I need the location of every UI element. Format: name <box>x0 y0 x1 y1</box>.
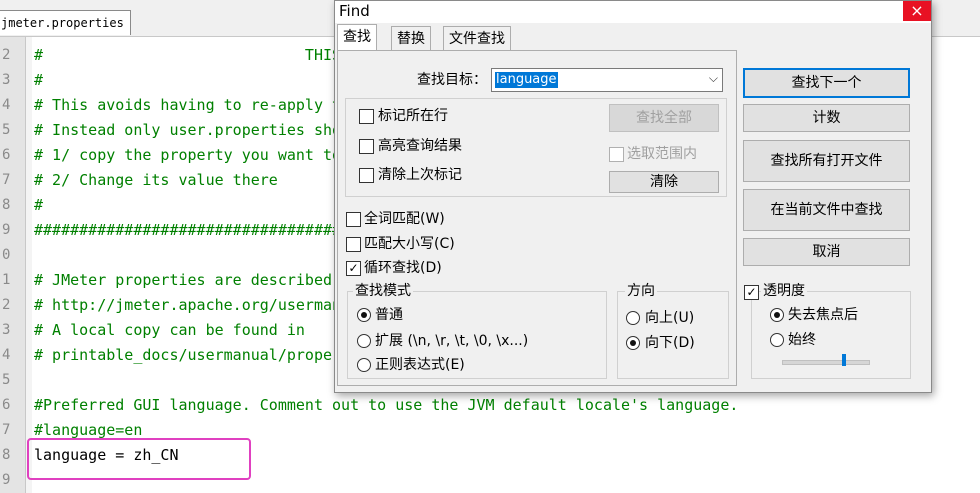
mode-regex-label: 正则表达式(E) <box>375 357 465 373</box>
line-number: 3 <box>2 322 11 338</box>
find-next-button[interactable]: 查找下一个 <box>743 68 910 98</box>
mode-extended-label: 扩展 (\n, \r, \t, \0, \x...) <box>375 333 529 349</box>
direction-up-radio[interactable] <box>626 311 640 325</box>
line-number: 7 <box>2 422 11 438</box>
annotation-highlight-box <box>27 438 251 480</box>
mode-regex-radio[interactable] <box>357 358 371 372</box>
code-line: # <box>34 71 44 89</box>
transparency-label: 透明度 <box>761 283 807 299</box>
find-all-button[interactable]: 查找全部 <box>609 104 719 132</box>
chevron-down-icon[interactable]: ⌵ <box>709 71 718 86</box>
whole-word-checkbox[interactable] <box>346 212 361 227</box>
search-mode-title: 查找模式 <box>353 283 413 299</box>
close-icon: × <box>910 1 924 20</box>
tab-find[interactable]: 查找 <box>337 24 377 52</box>
line-number: 6 <box>2 397 11 413</box>
code-line: # <box>34 196 44 214</box>
line-number: 8 <box>2 447 11 463</box>
find-target-combobox[interactable]: language ⌵ <box>491 68 723 92</box>
in-selection-label: 选取范围内 <box>627 146 697 162</box>
direction-up-label: 向上(U) <box>645 310 695 326</box>
line-number: 5 <box>2 372 11 388</box>
line-number: 3 <box>2 72 11 88</box>
line-number: 4 <box>2 97 11 113</box>
mark-line-label: 标记所在行 <box>378 108 448 124</box>
transparency-slider-thumb[interactable] <box>842 354 846 366</box>
line-number: 6 <box>2 147 11 163</box>
line-number: 9 <box>2 472 11 488</box>
code-line: # 2/ Change its value there <box>34 171 278 189</box>
tab-replace[interactable]: 替换 <box>391 26 431 51</box>
code-line: # A local copy can be found in <box>34 321 305 339</box>
line-number: 7 <box>2 172 11 188</box>
line-number: 1 <box>2 272 11 288</box>
direction-down-label: 向下(D) <box>645 335 695 351</box>
mode-normal-radio[interactable] <box>357 308 371 322</box>
mode-extended-radio[interactable] <box>357 334 371 348</box>
check-icon: ✓ <box>348 261 359 275</box>
clear-prev-marks-label: 清除上次标记 <box>378 167 462 183</box>
match-case-label: 匹配大小写(C) <box>364 236 455 252</box>
dialog-title-bar[interactable]: Find × <box>335 1 931 23</box>
find-target-input[interactable]: language <box>495 72 558 88</box>
direction-title: 方向 <box>625 283 657 299</box>
dialog-title: Find <box>339 2 370 20</box>
tab-find-in-files[interactable]: 文件查找 <box>443 26 511 51</box>
wrap-around-checkbox[interactable]: ✓ <box>346 261 361 276</box>
transparency-always-label: 始终 <box>788 332 816 348</box>
highlight-results-checkbox[interactable] <box>359 139 374 154</box>
wrap-around-label: 循环查找(D) <box>364 260 442 276</box>
check-icon: ✓ <box>746 285 757 299</box>
line-number: 8 <box>2 197 11 213</box>
fold-margin <box>26 37 32 493</box>
line-number: 2 <box>2 47 11 63</box>
find-dialog: Find × 查找 替换 文件查找 查找目标： language ⌵ 标记所在行… <box>334 0 932 393</box>
count-button[interactable]: 计数 <box>743 104 910 132</box>
file-tab[interactable]: jmeter.properties <box>0 10 131 35</box>
transparency-slider[interactable] <box>782 360 870 365</box>
highlight-results-label: 高亮查询结果 <box>378 138 462 154</box>
find-all-current-doc-button[interactable]: 在当前文件中查找 <box>743 189 910 231</box>
close-button[interactable]: × <box>903 1 931 21</box>
whole-word-label: 全词匹配(W) <box>364 211 445 227</box>
match-case-checkbox[interactable] <box>346 237 361 252</box>
line-number: 9 <box>2 222 11 238</box>
transparency-on-lose-focus-radio[interactable] <box>770 308 784 322</box>
line-number: 4 <box>2 347 11 363</box>
mode-normal-label: 普通 <box>375 307 403 323</box>
mark-line-checkbox[interactable] <box>359 109 374 124</box>
find-target-label: 查找目标： <box>417 72 487 88</box>
in-selection-checkbox[interactable] <box>609 147 624 162</box>
direction-down-radio[interactable] <box>626 336 640 350</box>
find-all-open-docs-button[interactable]: 查找所有打开文件 <box>743 140 910 182</box>
code-line: #Preferred GUI language. Comment out to … <box>34 396 739 414</box>
line-number: 0 <box>2 247 11 263</box>
line-number: 2 <box>2 297 11 313</box>
transparency-on-lose-focus-label: 失去焦点后 <box>788 307 858 323</box>
line-number: 5 <box>2 122 11 138</box>
clear-marks-button[interactable]: 清除 <box>609 171 719 193</box>
cancel-button[interactable]: 取消 <box>743 238 910 266</box>
transparency-checkbox[interactable]: ✓ <box>744 285 759 300</box>
transparency-always-radio[interactable] <box>770 333 784 347</box>
clear-prev-marks-checkbox[interactable] <box>359 168 374 183</box>
